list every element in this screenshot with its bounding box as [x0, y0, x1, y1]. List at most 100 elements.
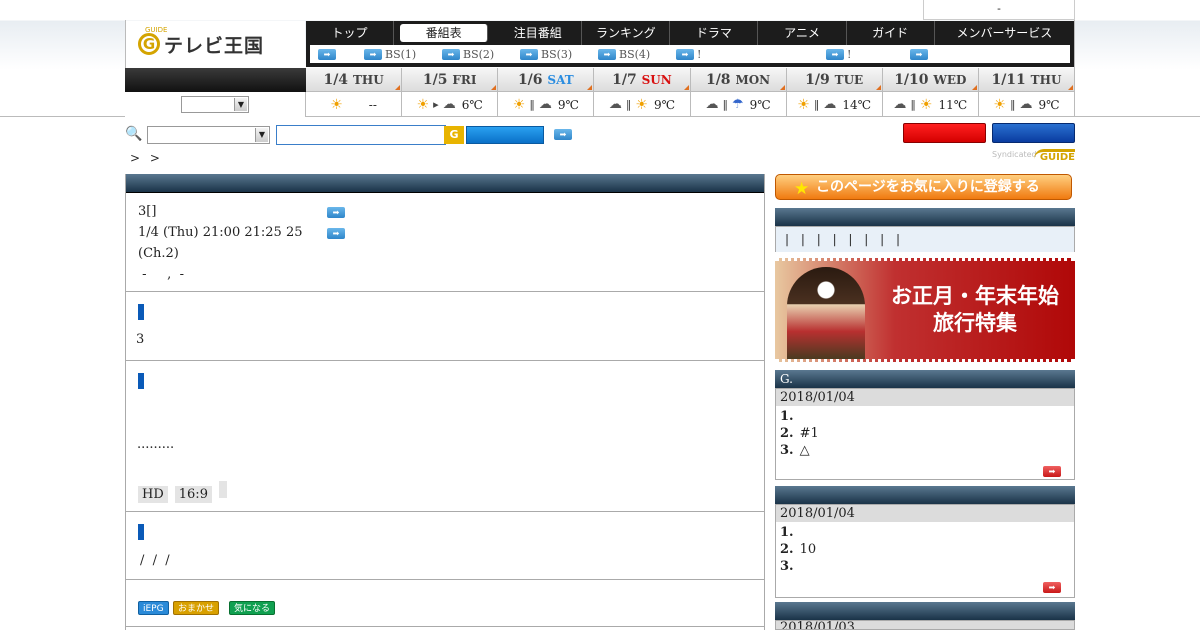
gguide-small-logo: GUIDE	[1034, 149, 1075, 165]
weather-day[interactable]: 1/7 SUN ☁ ‖ ☀ 9℃	[594, 68, 691, 117]
section-marker	[138, 373, 144, 389]
nav-tab[interactable]: ガイド	[847, 21, 935, 45]
weather-dow: FRI	[452, 73, 477, 87]
sun-icon: ☀	[635, 96, 648, 113]
weather-day[interactable]: 1/9 TUE ☀ ‖ ☁ 14℃	[786, 68, 883, 117]
ranking-item[interactable]: 2. 10	[776, 541, 1074, 558]
rank-text: △	[799, 443, 810, 458]
arrow-icon: ➡	[442, 48, 460, 60]
corner-marker	[971, 85, 977, 90]
separator-icon: ‖	[529, 98, 535, 111]
weather-date: 1/10	[894, 72, 929, 88]
format-tag: HD	[138, 486, 168, 503]
weather-temp: 14℃	[842, 97, 872, 112]
star-icon: ★	[794, 179, 810, 199]
new-year-travel-banner[interactable]: お正月・年末年始 旅行特集	[775, 258, 1075, 362]
weather-temp: 9℃	[653, 97, 675, 112]
ranking-item[interactable]: 1.	[776, 524, 1074, 541]
banner-line1: お正月・年末年始	[891, 284, 1059, 308]
side-links-box: | | | | | | | |	[775, 226, 1075, 252]
ranking-item[interactable]: 3.	[776, 558, 1074, 575]
rank-number: 3.	[780, 443, 794, 458]
more-arrow-icon[interactable]: ➡	[1043, 582, 1061, 593]
weather-day[interactable]: 1/5 FRI ☀ ▸ ☁ 6℃	[402, 68, 499, 117]
nav-sub-label: BS(1)	[385, 47, 417, 61]
weather-day[interactable]: 1/11 THU ☀ ‖ ☁ 9℃	[978, 68, 1074, 117]
program-meta: - , -	[138, 267, 184, 282]
nav-sub-link[interactable]: ➡	[910, 48, 950, 60]
more-arrow-icon[interactable]: ➡	[1043, 466, 1061, 477]
arrow-icon: ➡	[318, 48, 336, 60]
add-favorite-button[interactable]: ★ このページをお気に入りに登録する	[775, 174, 1072, 200]
weather-date-cell: 1/8 MON	[690, 68, 786, 92]
weather-temp: 9℃	[557, 97, 579, 112]
nav-sub-link[interactable]: ➡ BS(1)	[364, 48, 434, 61]
ranking-date: 2018/01/04	[776, 389, 1074, 406]
sun-icon: ☀	[919, 96, 933, 113]
arrow-icon: ➡	[910, 48, 928, 60]
umbrella-icon: ☂	[731, 97, 744, 112]
nav-tab[interactable]: ドラマ	[670, 21, 759, 45]
cloud-icon: ☁	[893, 97, 907, 112]
red-action-button[interactable]	[903, 123, 986, 143]
nav-sub-link[interactable]: ➡ BS(4)	[598, 48, 668, 61]
topbar-user-box[interactable]: -	[923, 0, 1075, 20]
nav-sub-link[interactable]: ➡	[318, 48, 356, 60]
rank-text: #1	[799, 426, 819, 441]
nav-sub-label: BS(2)	[463, 47, 495, 61]
nav-tab[interactable]: ランキング	[582, 21, 671, 45]
nav-tab[interactable]: メンバーサービス	[935, 21, 1074, 45]
ranking-item[interactable]: 3. △	[776, 442, 1074, 459]
weather-date-cell: 1/11 THU	[978, 68, 1074, 92]
nav-sub-link[interactable]: ➡!	[676, 48, 818, 61]
weather-dow: SAT	[547, 73, 574, 87]
nav-tab[interactable]: 番組表	[400, 24, 489, 42]
side-links[interactable]: | | | | | | | |	[776, 227, 1074, 252]
section-text: / / /	[140, 553, 170, 568]
nav-tab[interactable]: 注目番組	[494, 21, 583, 45]
weather-day[interactable]: 1/10 WED ☁ ‖ ☀ 11℃	[882, 68, 979, 117]
ranking-item[interactable]: 2. #1	[776, 425, 1074, 442]
weather-date-cell: 1/6 SAT	[498, 68, 594, 92]
nav-sub-link[interactable]: ➡ BS(3)	[520, 48, 590, 61]
cloud-icon: ☁	[705, 97, 719, 112]
nav-sub-link[interactable]: ➡ BS(2)	[442, 48, 512, 61]
arrow-icon[interactable]: ➡	[327, 228, 345, 239]
search-input[interactable]	[276, 125, 446, 145]
arrow-icon[interactable]: ➡	[327, 207, 345, 218]
search-button[interactable]	[466, 126, 544, 144]
arrow-icon[interactable]: ➡	[554, 129, 572, 140]
weather-dow: SUN	[641, 73, 672, 87]
weather-day[interactable]: 1/4 THU ☀ --	[306, 68, 403, 117]
nav-sub-link[interactable]: ➡!	[826, 48, 902, 61]
weather-date: 1/9	[805, 72, 830, 88]
kininaru-button[interactable]: 気になる	[229, 601, 276, 615]
weather-cond: ☁ ‖ ☀ 9℃	[594, 92, 689, 117]
omakase-button[interactable]: おまかせ	[173, 601, 220, 615]
nav-tab[interactable]: トップ	[306, 21, 395, 45]
region-select-cell: ▼	[125, 92, 306, 117]
search-category-select[interactable]: ▼	[147, 126, 270, 144]
region-select[interactable]: ▼	[181, 96, 249, 113]
rank-number: 3.	[780, 559, 794, 574]
ranking-item[interactable]: 1.	[776, 408, 1074, 425]
weather-header-left	[125, 68, 306, 92]
weather-day[interactable]: 1/6 SAT ☀ ‖ ☁ 9℃	[498, 68, 595, 117]
nav-sub-label: BS(4)	[619, 47, 651, 61]
rank-text: 10	[799, 542, 817, 557]
kimono-woman-image	[787, 267, 865, 359]
nav-sub-label: !	[697, 47, 702, 61]
sun-icon: ☀	[797, 96, 810, 113]
weather-date: 1/8	[705, 72, 731, 88]
sun-icon: ☀	[512, 96, 526, 113]
weather-date-cell: 1/10 WED	[882, 68, 978, 92]
separator-icon: ‖	[910, 98, 916, 111]
iepg-button[interactable]: iEPG	[138, 601, 169, 615]
weather-cond: ☀ ‖ ☁ 9℃	[979, 92, 1074, 117]
blue-action-button[interactable]	[992, 123, 1075, 143]
arrow-icon: ➡	[520, 48, 538, 60]
weather-day[interactable]: 1/8 MON ☁ ‖ ☂ 9℃	[690, 68, 787, 117]
chevron-down-icon: ▼	[255, 128, 268, 142]
nav-tab[interactable]: アニメ	[758, 21, 847, 45]
nav-sub-label: BS(3)	[541, 47, 573, 61]
